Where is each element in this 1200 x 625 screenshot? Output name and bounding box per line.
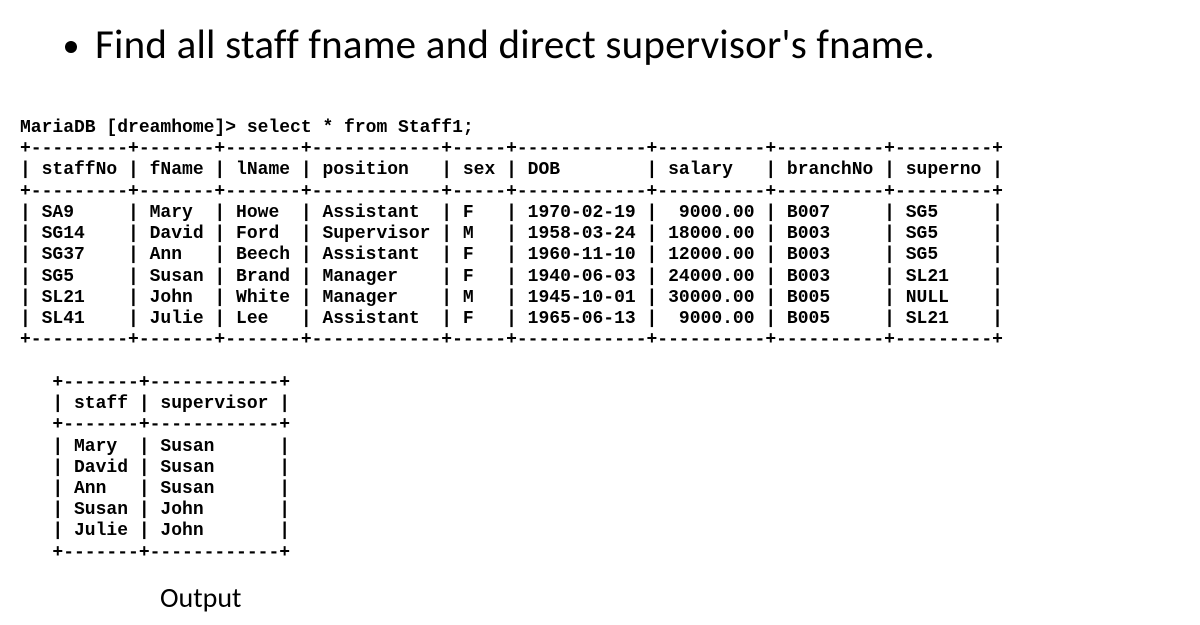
output-label: Output	[160, 580, 241, 615]
slide: Find all staff fname and direct supervis…	[0, 0, 1200, 625]
bullet-dot-icon	[65, 41, 77, 53]
bullet-text: Find all staff fname and direct supervis…	[95, 20, 935, 70]
terminal-output: MariaDB [dreamhome]> select * from Staff…	[20, 118, 1003, 564]
bullet-item: Find all staff fname and direct supervis…	[65, 20, 935, 70]
